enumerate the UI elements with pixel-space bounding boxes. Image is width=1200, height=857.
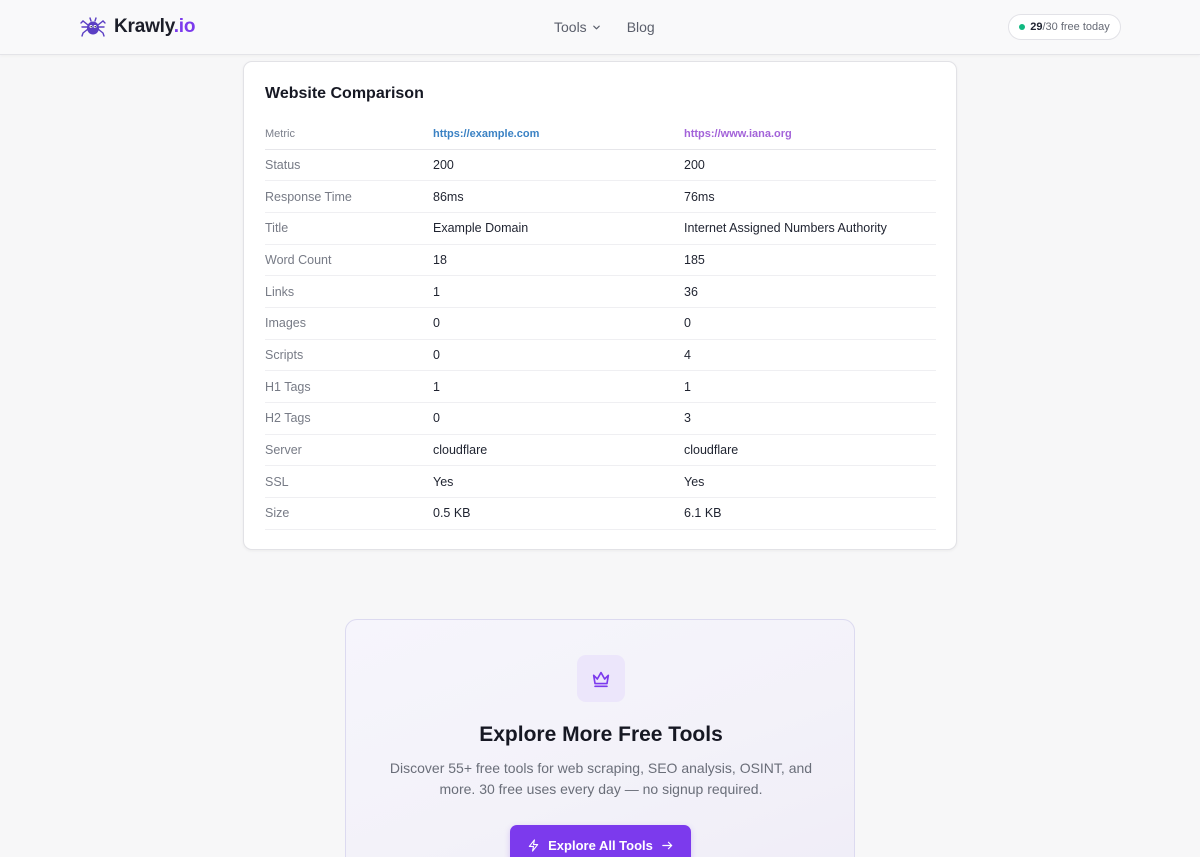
table-row: Server cloudflare cloudflare — [265, 434, 936, 467]
explore-tools-cta-card: Explore More Free Tools Discover 55+ fre… — [345, 619, 855, 857]
cta-icon-badge — [577, 655, 625, 702]
metric-label: Server — [265, 434, 433, 467]
site-b-value: 0 — [684, 307, 936, 340]
crown-icon — [592, 671, 610, 687]
table-row: Links 1 36 — [265, 275, 936, 308]
column-header-site-b: https://www.iana.org — [684, 117, 936, 150]
usage-text: 29/30 free today — [1030, 21, 1110, 33]
metric-label: Word Count — [265, 244, 433, 277]
site-a-value: Example Domain — [433, 212, 684, 245]
main-nav: Tools Blog — [554, 17, 655, 37]
site-a-value: Yes — [433, 465, 684, 499]
site-a-value: 0 — [433, 307, 684, 340]
metric-label: Links — [265, 275, 433, 308]
metric-label: Status — [265, 149, 433, 182]
site-a-value: 0 — [433, 402, 684, 435]
usage-counter-badge: 29/30 free today — [1008, 14, 1121, 40]
metric-label: SSL — [265, 465, 433, 499]
site-b-value: cloudflare — [684, 434, 936, 467]
metric-label: Response Time — [265, 180, 433, 213]
table-row: Title Example Domain Internet Assigned Num… — [265, 212, 936, 245]
cta-description: Discover 55+ free tools for web scraping… — [389, 760, 813, 797]
site-b-value: 76ms — [684, 180, 936, 213]
site-b-value: 4 — [684, 339, 936, 372]
column-header-metric: Metric — [265, 117, 433, 150]
table-row: Scripts 0 4 — [265, 339, 936, 372]
table-row: Response Time 86ms 76ms — [265, 180, 936, 213]
metric-label: H2 Tags — [265, 402, 433, 435]
table-row: Status 200 200 — [265, 149, 936, 182]
column-header-site-a: https://example.com — [433, 117, 684, 150]
comparison-title: Website Comparison — [265, 85, 424, 102]
metric-label: H1 Tags — [265, 370, 433, 403]
site-a-value: 86ms — [433, 180, 684, 213]
nav-tools-dropdown[interactable]: Tools — [554, 19, 601, 35]
metric-label: Images — [265, 307, 433, 340]
comparison-table: Metric https://example.com https://www.i… — [265, 117, 936, 530]
brand-logo-link[interactable]: Krawly.io — [80, 14, 195, 40]
site-a-value: 1 — [433, 275, 684, 308]
arrow-right-icon — [662, 841, 673, 849]
table-row: H1 Tags 1 1 — [265, 370, 936, 403]
site-b-value: 200 — [684, 149, 936, 182]
table-row: Size 0.5 KB 6.1 KB — [265, 497, 936, 530]
top-header: Krawly.io Tools Blog 29/30 free today — [0, 0, 1200, 55]
site-a-value: 18 — [433, 244, 684, 277]
site-b-value: 3 — [684, 402, 936, 435]
site-a-value: 1 — [433, 370, 684, 403]
metric-label: Size — [265, 497, 433, 530]
brand-name: Krawly.io — [114, 16, 196, 37]
site-b-value: 6.1 KB — [684, 497, 936, 530]
status-dot-icon — [1019, 24, 1026, 30]
cta-title: Explore More Free Tools — [479, 723, 723, 746]
site-a-value: 0.5 KB — [433, 497, 684, 530]
site-b-value: 185 — [684, 244, 936, 277]
chevron-down-icon — [592, 25, 600, 30]
site-b-value: Yes — [684, 465, 936, 499]
spider-logo-icon — [80, 17, 106, 37]
lightning-icon — [528, 838, 539, 852]
explore-all-tools-button[interactable]: Explore All Tools — [510, 825, 691, 857]
website-comparison-card: Website Comparison Metric https://exampl… — [243, 61, 957, 550]
nav-blog-label: Blog — [626, 19, 655, 35]
table-row: Images 0 0 — [265, 307, 936, 340]
site-b-value: 1 — [684, 370, 936, 403]
nav-blog-link[interactable]: Blog — [627, 19, 655, 35]
site-b-value: 36 — [684, 275, 936, 308]
site-a-value: 0 — [433, 339, 684, 372]
table-row: Word Count 18 185 — [265, 244, 936, 277]
site-b-value: Internet Assigned Numbers Authority — [684, 212, 936, 245]
site-a-value: cloudflare — [433, 434, 684, 467]
metric-label: Title — [265, 212, 433, 245]
comparison-table-body: Status 200 200 Response Time 86ms 76ms Title Ex… — [265, 149, 936, 530]
metric-label: Scripts — [265, 339, 433, 372]
site-a-value: 200 — [433, 149, 684, 182]
table-row: SSL Yes Yes — [265, 465, 936, 499]
table-row: H2 Tags 0 3 — [265, 402, 936, 435]
nav-tools-label: Tools — [554, 19, 587, 35]
table-header-row: Metric https://example.com https://www.i… — [265, 117, 936, 150]
explore-button-label: Explore All Tools — [548, 837, 653, 853]
